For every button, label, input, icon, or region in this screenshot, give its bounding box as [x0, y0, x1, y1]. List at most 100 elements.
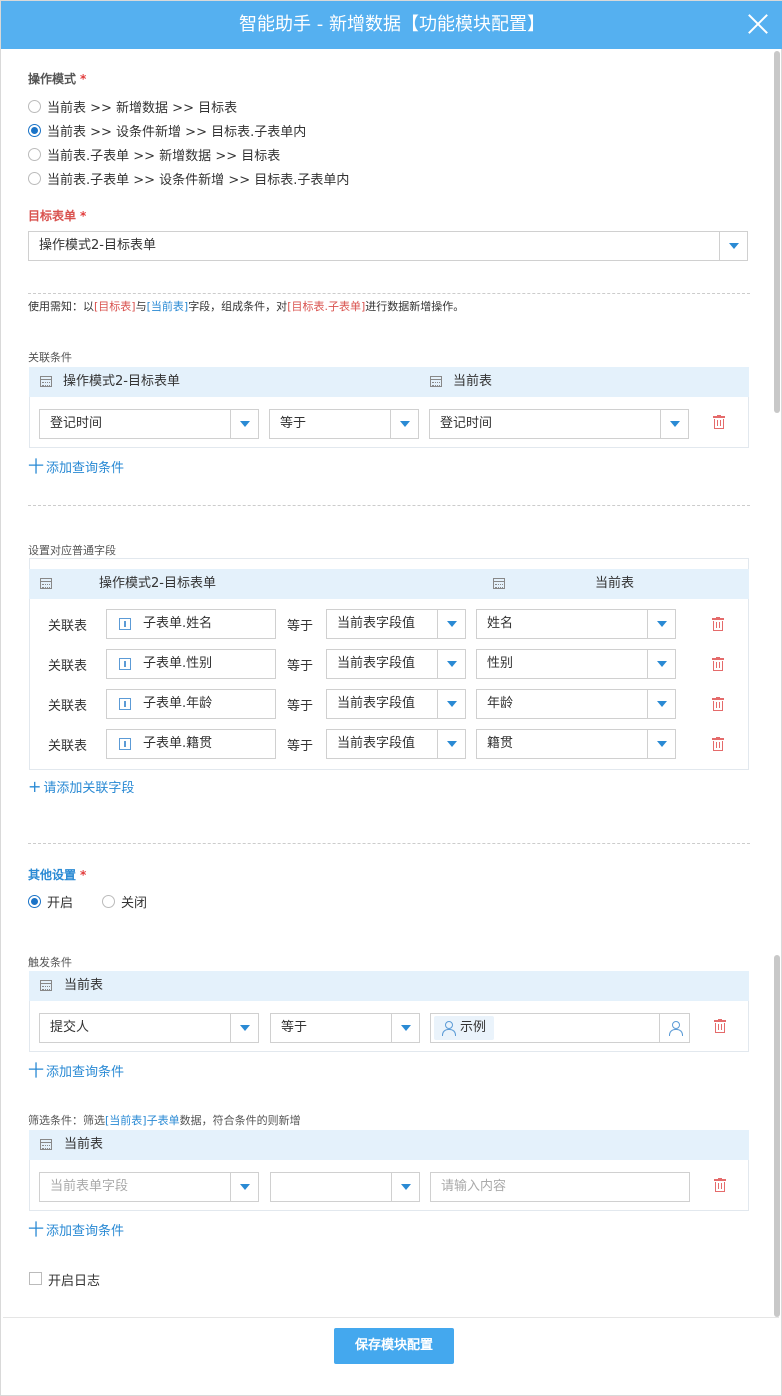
radio-icon[interactable] [102, 894, 115, 908]
filter-value-input[interactable]: 请输入内容 [430, 1172, 690, 1202]
delete-icon[interactable] [712, 697, 724, 711]
select-value: 登记时间 [440, 416, 493, 431]
enable-log-label: 开启日志 [48, 1274, 101, 1289]
chevron-down-icon[interactable] [437, 690, 465, 718]
other-settings-on-option[interactable]: 开启 [28, 891, 73, 911]
current-field-select[interactable]: 姓名 [476, 609, 676, 639]
relation-left-field-select[interactable]: 登记时间 [39, 409, 259, 439]
delete-icon[interactable] [712, 617, 724, 631]
value-source-select[interactable]: 当前表字段值 [326, 689, 466, 719]
chevron-down-icon[interactable] [719, 232, 747, 260]
value-source-select[interactable]: 当前表字段值 [326, 729, 466, 759]
other-settings-off-option[interactable]: 关闭 [102, 891, 147, 911]
radio-icon[interactable] [28, 99, 41, 113]
chevron-down-icon[interactable] [647, 650, 675, 678]
trigger-user-picker[interactable]: 示例 [430, 1013, 690, 1043]
add-query-condition-link[interactable]: 十添加查询条件 [28, 1057, 124, 1081]
chevron-down-icon[interactable] [230, 410, 258, 438]
value-source-select[interactable]: 当前表字段值 [326, 609, 466, 639]
usage-note-subform: [目标表.子表单] [287, 300, 366, 313]
add-query-condition-link[interactable]: 十添加查询条件 [28, 1216, 124, 1240]
chevron-down-icon[interactable] [437, 650, 465, 678]
delete-icon[interactable] [714, 1178, 726, 1192]
operator-label: 等于 [287, 699, 314, 714]
target-form-label: 目标表单 * [28, 207, 86, 224]
delete-icon[interactable] [712, 737, 724, 751]
radio-icon[interactable] [28, 147, 41, 161]
related-table-label: 关联表 [48, 699, 88, 714]
chevron-down-icon[interactable] [391, 1173, 419, 1201]
value-source-select[interactable]: 当前表字段值 [326, 649, 466, 679]
target-form-select[interactable]: 操作模式2-目标表单 [28, 231, 748, 261]
field-icon [119, 618, 131, 630]
delete-icon[interactable] [712, 657, 724, 671]
divider [28, 293, 750, 294]
chevron-down-icon[interactable] [647, 610, 675, 638]
field-icon [119, 698, 131, 710]
plus-icon: 十 [28, 457, 45, 476]
divider [28, 843, 750, 844]
add-related-field-link[interactable]: + 请添加关联字段 [28, 777, 134, 796]
chevron-down-icon[interactable] [230, 1173, 258, 1201]
chevron-down-icon[interactable] [391, 1014, 419, 1042]
save-config-button[interactable]: 保存模块配置 [334, 1328, 454, 1364]
other-settings-label: 其他设置 * [28, 866, 86, 883]
add-query-condition-link[interactable]: 十添加查询条件 [28, 453, 124, 477]
table-icon [40, 376, 52, 387]
target-field-box[interactable]: 子表单.籍贯 [106, 729, 276, 759]
table-icon [40, 980, 52, 991]
current-field-select[interactable]: 籍贯 [476, 729, 676, 759]
user-picker-button[interactable] [659, 1014, 689, 1042]
relation-right-field-select[interactable]: 登记时间 [429, 409, 689, 439]
radio-selected-icon[interactable] [28, 123, 41, 137]
chevron-down-icon[interactable] [647, 690, 675, 718]
delete-icon[interactable] [714, 1019, 726, 1033]
close-icon[interactable] [743, 9, 773, 39]
user-icon [441, 1021, 456, 1036]
usage-note-text: 使用需知：以 [28, 300, 94, 313]
chevron-down-icon[interactable] [660, 410, 688, 438]
scrollbar[interactable] [774, 51, 780, 1317]
filter-label-text: 数据，符合条件的则新增 [179, 1114, 301, 1127]
chevron-down-icon[interactable] [437, 730, 465, 758]
relation-operator-select[interactable]: 等于 [269, 409, 419, 439]
filter-conditions-header: 当前表 [29, 1130, 749, 1160]
chevron-down-icon[interactable] [230, 1014, 258, 1042]
trigger-conditions-header: 当前表 [29, 971, 749, 1001]
mode-option-label: 当前表.子表单 >> 新增数据 >> 目标表 [47, 148, 281, 164]
field-value: 子表单.姓名 [143, 616, 213, 631]
user-chip[interactable]: 示例 [434, 1016, 494, 1040]
operation-mode-label: 操作模式 * [28, 70, 86, 87]
scrollbar-thumb-lower[interactable] [774, 955, 780, 1317]
chevron-down-icon[interactable] [390, 410, 418, 438]
mode-option-1[interactable]: 当前表 >> 新增数据 >> 目标表 [28, 96, 237, 116]
filter-label-subform: [当前表]子表单 [105, 1114, 180, 1127]
filter-operator-select[interactable] [270, 1172, 420, 1202]
field-icon [119, 658, 131, 670]
scrollbar-thumb[interactable] [774, 51, 780, 413]
required-mark: * [80, 209, 87, 223]
field-mapping-label: 设置对应普通字段 [28, 544, 116, 557]
mode-option-3[interactable]: 当前表.子表单 >> 新增数据 >> 目标表 [28, 144, 280, 164]
chevron-down-icon[interactable] [647, 730, 675, 758]
delete-icon[interactable] [713, 415, 725, 429]
radio-selected-icon[interactable] [28, 894, 41, 908]
mode-option-2[interactable]: 当前表 >> 设条件新增 >> 目标表.子表单内 [28, 120, 306, 140]
radio-icon[interactable] [28, 171, 41, 185]
chevron-down-icon[interactable] [437, 610, 465, 638]
enable-log-checkbox[interactable] [29, 1272, 42, 1285]
trigger-field-select[interactable]: 提交人 [39, 1013, 259, 1043]
config-dialog: 智能助手 - 新增数据【功能模块配置】 操作模式 * 当前表 >> 新增数据 >>… [0, 0, 782, 1396]
target-field-box[interactable]: 子表单.姓名 [106, 609, 276, 639]
mode-option-4[interactable]: 当前表.子表单 >> 设条件新增 >> 目标表.子表单内 [28, 168, 349, 188]
target-field-box[interactable]: 子表单.年龄 [106, 689, 276, 719]
filter-field-select[interactable]: 当前表单字段 [39, 1172, 259, 1202]
current-field-select[interactable]: 年龄 [476, 689, 676, 719]
mode-option-label: 当前表.子表单 >> 设条件新增 >> 目标表.子表单内 [47, 172, 350, 188]
target-field-box[interactable]: 子表单.性别 [106, 649, 276, 679]
header-current-table: 当前表 [595, 576, 635, 591]
mode-option-label: 当前表 >> 新增数据 >> 目标表 [47, 100, 238, 116]
current-field-select[interactable]: 性别 [476, 649, 676, 679]
trigger-operator-select[interactable]: 等于 [270, 1013, 420, 1043]
plus-icon: 十 [28, 1220, 45, 1239]
